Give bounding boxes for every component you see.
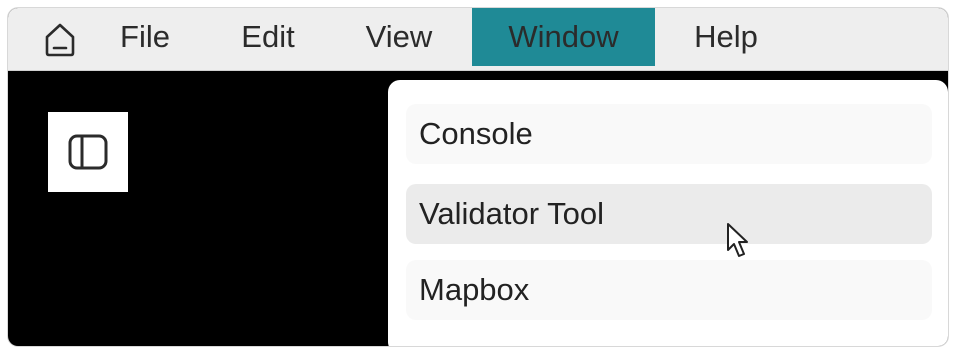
home-button[interactable]: [36, 20, 84, 58]
menu-view[interactable]: View: [344, 8, 454, 66]
window-menu-dropdown: Console Validator Tool Mapbox: [388, 80, 948, 346]
menu-help[interactable]: Help: [676, 8, 776, 66]
app-window: File Edit View Window Help Console Valid…: [8, 8, 948, 346]
menu-item-validator-tool[interactable]: Validator Tool: [406, 184, 932, 244]
menu-item-console[interactable]: Console: [406, 104, 932, 164]
sidebar-toggle-icon: [68, 134, 108, 170]
home-icon: [45, 23, 75, 57]
menu-file[interactable]: File: [100, 8, 190, 66]
menu-item-mapbox[interactable]: Mapbox: [406, 260, 932, 320]
mouse-cursor-icon: [727, 223, 748, 257]
menu-bar: File Edit View Window Help: [8, 8, 948, 71]
menu-window[interactable]: Window: [472, 8, 655, 66]
sidebar-toggle-button[interactable]: [48, 112, 128, 192]
menu-edit[interactable]: Edit: [218, 8, 318, 66]
